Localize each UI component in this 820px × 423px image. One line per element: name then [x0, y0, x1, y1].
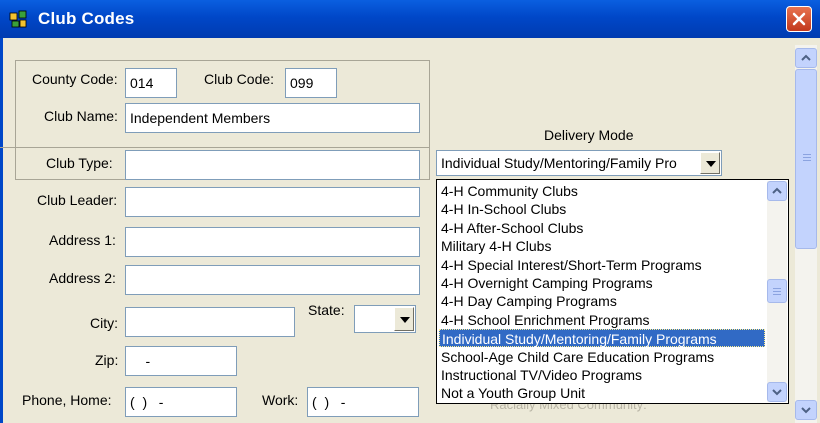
work-phone-label: Work: [262, 392, 299, 408]
close-button[interactable] [786, 6, 812, 32]
delivery-mode-value: Individual Study/Mentoring/Family Pro [441, 155, 677, 171]
window-scroll-thumb[interactable] [795, 69, 817, 249]
listbox-option[interactable]: 4-H School Enrichment Programs [439, 311, 765, 329]
county-code-label: County Code: [32, 71, 118, 87]
title-bar[interactable]: Club Codes [0, 0, 820, 38]
delivery-mode-label: Delivery Mode [544, 127, 634, 143]
listbox-option[interactable]: Individual Study/Mentoring/Family Progra… [439, 329, 765, 348]
scroll-thumb[interactable] [767, 279, 787, 303]
scroll-down-button[interactable] [767, 382, 787, 402]
listbox-option[interactable]: 4-H In-School Clubs [439, 200, 765, 218]
club-type-field[interactable] [125, 150, 420, 180]
city-label: City: [90, 315, 118, 331]
chevron-up-icon [772, 187, 782, 194]
listbox-scrollbar[interactable] [767, 181, 787, 402]
chevron-down-icon [801, 407, 811, 414]
chevron-down-icon [706, 161, 716, 167]
delivery-mode-dropdown-button[interactable] [700, 152, 720, 174]
phone-home-label: Phone, Home: [22, 392, 112, 408]
listbox-option[interactable]: Not a Youth Group Unit [439, 384, 765, 402]
listbox-option[interactable]: Instructional TV/Video Programs [439, 366, 765, 384]
zip-field[interactable]: - [125, 346, 237, 376]
close-icon [792, 12, 806, 26]
state-dropdown-button[interactable] [394, 307, 414, 331]
city-field[interactable] [125, 307, 295, 337]
club-type-label: Club Type: [46, 155, 113, 171]
listbox-option[interactable]: 4-H Community Clubs [439, 182, 765, 200]
chevron-down-icon [772, 389, 782, 396]
address2-label: Address 2: [49, 270, 116, 286]
form-divider [0, 147, 430, 148]
club-code-label: Club Code: [204, 71, 275, 87]
window-scroll-up-button[interactable] [795, 48, 817, 68]
scroll-up-button[interactable] [767, 181, 787, 201]
listbox-option[interactable]: 4-H Overnight Camping Programs [439, 274, 765, 292]
state-select[interactable] [354, 305, 416, 333]
listbox-option[interactable]: 4-H Day Camping Programs [439, 292, 765, 310]
club-code-field[interactable]: 099 [285, 68, 337, 98]
state-label: State: [308, 302, 345, 318]
listbox-option[interactable]: School-Age Child Care Education Programs [439, 348, 765, 366]
chevron-up-icon [801, 54, 811, 61]
club-name-label: Club Name: [44, 108, 118, 124]
window-scrollbar[interactable] [795, 45, 817, 423]
delivery-mode-listbox[interactable]: 4-H Community Clubs 4-H In-School Clubs 4-… [436, 179, 789, 404]
club-name-field[interactable]: Independent Members [125, 103, 420, 133]
work-phone-field[interactable]: ( ) - [307, 387, 419, 417]
club-leader-field[interactable] [125, 187, 420, 217]
listbox-option[interactable]: Military 4-H Clubs [439, 237, 765, 255]
clover-app-icon [9, 10, 27, 28]
window-scroll-down-button[interactable] [795, 400, 817, 420]
county-code-field[interactable]: 014 [125, 68, 177, 98]
club-leader-label: Club Leader: [37, 192, 118, 208]
delivery-mode-select[interactable]: Individual Study/Mentoring/Family Pro [436, 150, 722, 176]
listbox-option[interactable]: 4-H Special Interest/Short-Term Programs [439, 256, 765, 274]
address1-field[interactable] [125, 227, 420, 257]
address2-field[interactable] [125, 265, 420, 295]
chevron-down-icon [400, 317, 410, 323]
listbox-option[interactable]: 4-H After-School Clubs [439, 219, 765, 237]
phone-home-field[interactable]: ( ) - [125, 387, 237, 417]
address1-label: Address 1: [49, 232, 116, 248]
window-title: Club Codes [38, 9, 135, 28]
zip-label: Zip: [95, 352, 119, 368]
